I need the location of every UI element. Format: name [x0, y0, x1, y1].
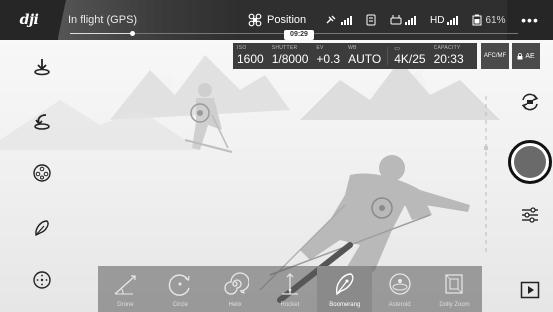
lock-icon [517, 52, 523, 59]
switch-camera-icon [521, 93, 539, 111]
shutter-label: SHUTTER [271, 45, 298, 51]
battery-percent: 61% [485, 14, 506, 26]
dronie-icon [114, 275, 137, 295]
capacity-label: CAPACITY [433, 45, 461, 51]
signal-bars-icon [405, 15, 416, 25]
camera-settings-strip[interactable]: ISO 1600 SHUTTER 1/8000 EV +0.3 WB AUTO … [233, 43, 477, 69]
iso-value: 1600 [237, 52, 264, 66]
takeoff-button[interactable] [28, 53, 56, 81]
wb-setting[interactable]: WB AUTO [344, 43, 385, 69]
battery-icon [472, 14, 482, 26]
progress-marker [130, 31, 135, 36]
playback-icon [520, 281, 540, 299]
resolution-setting[interactable]: ▭ 4K/25 [390, 43, 429, 69]
signal-bars-icon [447, 15, 459, 25]
shutter-setting[interactable]: SHUTTER 1/8000 [268, 43, 313, 69]
signal-indicators: HD 61% [326, 0, 505, 40]
hd-signal[interactable]: HD [430, 14, 459, 26]
quickshot-asteroid[interactable]: Asteroid [372, 266, 427, 312]
capacity-value: 20:33 [433, 52, 464, 66]
gps-signal[interactable] [326, 15, 352, 25]
navigation-icon [33, 271, 51, 289]
intelligent-modes-icon [33, 164, 51, 182]
quickshot-button[interactable] [28, 214, 56, 242]
intelligent-modes-button[interactable] [28, 159, 56, 187]
return-home-button[interactable] [28, 107, 56, 135]
resolution-value: 4K/25 [394, 52, 426, 66]
helix-icon [224, 272, 250, 295]
logo-text: dji [19, 12, 39, 28]
return-home-icon [34, 114, 50, 130]
quickshot-drone[interactable]: Drone [98, 266, 153, 312]
gimbal-slider[interactable] [484, 96, 488, 256]
quickshot-icon [35, 220, 49, 237]
record-indicator [514, 146, 546, 178]
ae-label: AE [525, 52, 535, 60]
flight-progress-fill [70, 33, 130, 34]
quickshot-label: Circle [172, 302, 188, 308]
rc-signal[interactable] [390, 15, 416, 25]
divider [387, 47, 389, 65]
flight-timer: 09:29 [284, 30, 314, 40]
navigation-button[interactable] [28, 266, 56, 294]
top-status-bar: dji In flight (GPS) Position HD 61% ••• [0, 0, 553, 40]
quickshot-label: Helix [228, 302, 242, 308]
camera-settings-button[interactable] [517, 202, 543, 228]
shutter-value: 1/8000 [271, 52, 309, 66]
quickshot-label: Drone [117, 302, 134, 308]
quickshot-label: Dolly Zoom [439, 302, 470, 308]
flight-status[interactable]: In flight (GPS) [49, 0, 238, 40]
app-screen: dji In flight (GPS) Position HD 61% ••• … [0, 0, 553, 312]
battery-status[interactable]: 61% [472, 14, 505, 26]
vision-system[interactable] [366, 14, 376, 26]
more-icon: ••• [521, 12, 539, 28]
boomerang-icon [335, 273, 354, 296]
capacity-info: CAPACITY 20:33 [430, 43, 468, 69]
ae-lock-button[interactable]: AE [512, 43, 540, 69]
quickshot-rocket[interactable]: Rocket [263, 266, 318, 312]
quickshot-bar: Drone Circle Helix Rocket Boomerang Aste… [98, 266, 482, 312]
iso-label: ISO [237, 45, 247, 51]
quickshot-dolly-zoom[interactable]: Dolly Zoom [427, 266, 482, 312]
video-format-icon: ▭ [394, 46, 400, 52]
quickshot-circle[interactable]: Circle [153, 266, 208, 312]
remote-controller-icon [390, 15, 402, 25]
flight-status-text: In flight (GPS) [68, 14, 138, 26]
quickshot-helix[interactable]: Helix [208, 266, 263, 312]
wb-value: AUTO [348, 52, 382, 66]
drone-icon [248, 13, 262, 27]
dji-logo[interactable]: dji [0, 0, 58, 40]
quickshot-boomerang[interactable]: Boomerang [317, 266, 373, 312]
switch-camera-button[interactable] [517, 89, 543, 115]
circle-icon [168, 274, 190, 296]
dolly-zoom-icon [445, 274, 464, 294]
af-mf-button[interactable]: AFC/MF [481, 43, 509, 69]
ev-value: +0.3 [316, 52, 341, 66]
hd-label: HD [430, 14, 445, 26]
rocket-icon [281, 273, 298, 295]
asteroid-icon [388, 273, 411, 295]
ev-setting[interactable]: EV +0.3 [312, 43, 344, 69]
quickshot-label: Boomerang [329, 302, 361, 308]
flight-mode-text: Position [267, 14, 307, 26]
wb-label: WB [348, 45, 357, 51]
ev-label: EV [316, 45, 324, 51]
satellite-icon [326, 15, 336, 24]
playback-button[interactable] [517, 277, 543, 303]
quickshot-label: Rocket [280, 302, 300, 308]
iso-setting[interactable]: ISO 1600 [233, 43, 268, 69]
obstacle-sensing-icon [366, 14, 376, 26]
takeoff-icon [34, 59, 50, 76]
shutter-button[interactable] [508, 140, 552, 184]
quickshot-label: Asteroid [388, 302, 411, 308]
more-menu-button[interactable]: ••• [507, 0, 553, 40]
signal-bars-icon [341, 15, 352, 25]
sliders-icon [522, 207, 538, 223]
